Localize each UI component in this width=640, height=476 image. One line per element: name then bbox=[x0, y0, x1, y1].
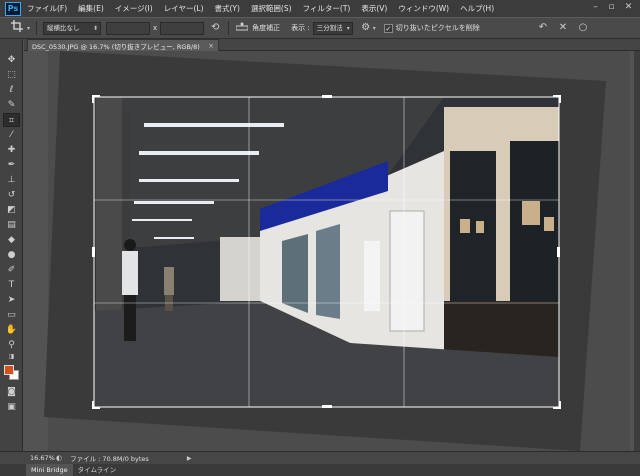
cropped-photo[interactable] bbox=[24, 51, 634, 451]
width-field[interactable] bbox=[106, 21, 151, 35]
type-tool-icon[interactable]: T bbox=[3, 278, 20, 292]
menu-filter[interactable]: フィルター(T) bbox=[303, 3, 351, 14]
gradient-tool-icon[interactable]: ▤ bbox=[3, 218, 20, 232]
bottom-panel-tabs: Mini Bridge タイムライン bbox=[0, 464, 640, 476]
menu-help[interactable]: ヘルプ(H) bbox=[460, 3, 494, 14]
screen-mode-icon[interactable]: ▣ bbox=[3, 400, 20, 414]
blur-tool-icon[interactable]: ◆ bbox=[3, 233, 20, 247]
eraser-tool-icon[interactable]: ◩ bbox=[3, 203, 20, 217]
chevron-down-icon: ⬍ bbox=[92, 24, 99, 32]
menu-edit[interactable]: 編集(E) bbox=[78, 3, 104, 14]
marquee-tool-icon[interactable]: ⬚ bbox=[3, 68, 20, 82]
status-info-icon[interactable]: ◐ bbox=[56, 454, 62, 462]
hand-tool-icon[interactable]: ✋ bbox=[3, 323, 20, 337]
settings-dropdown-arrow-icon[interactable]: ▾ bbox=[373, 25, 376, 32]
clone-stamp-tool-icon[interactable]: ⊥ bbox=[3, 173, 20, 187]
crop-tool-icon[interactable]: ⌗ bbox=[3, 113, 20, 127]
tools-panel: ✥ ⬚ ℓ ✎ ⌗ ⁄ ✚ ✒ ⊥ ↺ ◩ ▤ ◆ ● ✐ T ➤ ▭ ✋ ⚲ … bbox=[0, 39, 23, 460]
ratio-select[interactable]: 縦横比なし ⬍ bbox=[43, 21, 102, 35]
menu-bar: Ps ファイル(F) 編集(E) イメージ(I) レイヤー(L) 書式(Y) 選… bbox=[0, 0, 640, 17]
healing-brush-tool-icon[interactable]: ✚ bbox=[3, 143, 20, 157]
zoom-level[interactable]: 16.67% bbox=[30, 454, 56, 462]
file-size-info: ファイル : 70.8M/0 bytes bbox=[70, 455, 149, 463]
height-field[interactable] bbox=[160, 21, 205, 35]
menu-window[interactable]: ウィンドウ(W) bbox=[398, 3, 449, 14]
preset-dropdown-arrow-icon[interactable]: ▾ bbox=[27, 25, 30, 32]
ratio-select-value: 縦横比なし bbox=[47, 23, 80, 32]
swap-dimensions-icon[interactable]: ⟲ bbox=[208, 21, 222, 35]
status-menu-arrow-icon[interactable]: ▶ bbox=[187, 455, 192, 462]
delete-pixels-label: 切り抜いたピクセルを削除 bbox=[395, 24, 480, 32]
overlay-view-value: 三分割法 bbox=[316, 23, 343, 32]
view-label: 表示 : bbox=[291, 24, 310, 32]
vertical-scrollbar[interactable] bbox=[634, 51, 640, 451]
menu-file[interactable]: ファイル(F) bbox=[27, 3, 67, 14]
delete-pixels-checkbox[interactable]: ✓ bbox=[383, 23, 393, 33]
gear-icon[interactable]: ⚙ bbox=[359, 21, 373, 35]
path-selection-tool-icon[interactable]: ➤ bbox=[3, 293, 20, 307]
photoshop-logo: Ps bbox=[5, 1, 21, 16]
close-window-button[interactable]: ✕ bbox=[622, 2, 635, 13]
dodge-tool-icon[interactable]: ● bbox=[3, 248, 20, 262]
options-bar: ▾ 縦横比なし ⬍ x ⟲ 角度補正 表示 : 三分割法 ▾ ⚙ ▾ ✓ 切り抜… bbox=[0, 17, 640, 39]
history-brush-tool-icon[interactable]: ↺ bbox=[3, 188, 20, 202]
document-tab[interactable]: DSC_0530.JPG @ 16.7% (切り抜きプレビュー, RGB/8) … bbox=[27, 39, 219, 51]
cancel-icon[interactable]: ✕ bbox=[556, 21, 570, 35]
chevron-down-icon: ▾ bbox=[346, 24, 350, 32]
menu-select[interactable]: 選択範囲(S) bbox=[251, 3, 292, 14]
document-title: DSC_0530.JPG @ 16.7% (切り抜きプレビュー, RGB/8) bbox=[32, 42, 200, 51]
menu-type[interactable]: 書式(Y) bbox=[215, 3, 240, 14]
tab-mini-bridge[interactable]: Mini Bridge bbox=[26, 464, 73, 476]
tab-timeline[interactable]: タイムライン bbox=[73, 464, 122, 476]
straighten-label[interactable]: 角度補正 bbox=[252, 23, 280, 33]
status-bar: 16.67% ◐ ファイル : 70.8M/0 bytes ▶ bbox=[0, 451, 640, 464]
brush-tool-icon[interactable]: ✒ bbox=[3, 158, 20, 172]
restore-button[interactable]: ▫ bbox=[605, 2, 618, 13]
options-separator bbox=[228, 21, 230, 35]
rectangle-tool-icon[interactable]: ▭ bbox=[3, 308, 20, 322]
commit-circle-icon[interactable]: ○ bbox=[576, 21, 590, 35]
delete-cropped-pixels-option[interactable]: ✓ 切り抜いたピクセルを削除 bbox=[383, 23, 483, 33]
menu-layer[interactable]: レイヤー(L) bbox=[164, 3, 204, 14]
eyedropper-tool-icon[interactable]: ⁄ bbox=[3, 128, 20, 142]
canvas-area[interactable] bbox=[24, 51, 634, 451]
quick-select-tool-icon[interactable]: ✎ bbox=[3, 98, 20, 112]
photoshop-window: Ps ファイル(F) 編集(E) イメージ(I) レイヤー(L) 書式(Y) 選… bbox=[0, 0, 640, 476]
options-separator bbox=[36, 21, 38, 35]
foreground-color-swatch[interactable] bbox=[4, 365, 14, 375]
level-icon[interactable] bbox=[235, 21, 249, 35]
close-icon[interactable]: × bbox=[208, 42, 214, 50]
default-colors-icon[interactable]: ◨ bbox=[3, 350, 20, 364]
crop-tool-preset-button[interactable] bbox=[8, 20, 26, 36]
quick-mask-icon[interactable]: ◙ bbox=[3, 385, 20, 399]
swap-symbol: x bbox=[153, 24, 158, 32]
move-tool-icon[interactable]: ✥ bbox=[3, 53, 20, 67]
menu-view[interactable]: 表示(V) bbox=[361, 3, 387, 14]
pen-tool-icon[interactable]: ✐ bbox=[3, 263, 20, 277]
minimize-button[interactable]: – bbox=[589, 2, 602, 13]
document-tab-bar: DSC_0530.JPG @ 16.7% (切り抜きプレビュー, RGB/8) … bbox=[24, 39, 640, 51]
overlay-view-select[interactable]: 三分割法 ▾ bbox=[312, 21, 353, 35]
undo-icon[interactable]: ↶ bbox=[536, 21, 550, 35]
lasso-tool-icon[interactable]: ℓ bbox=[3, 83, 20, 97]
menu-image[interactable]: イメージ(I) bbox=[115, 3, 153, 14]
crop-icon bbox=[11, 20, 23, 32]
